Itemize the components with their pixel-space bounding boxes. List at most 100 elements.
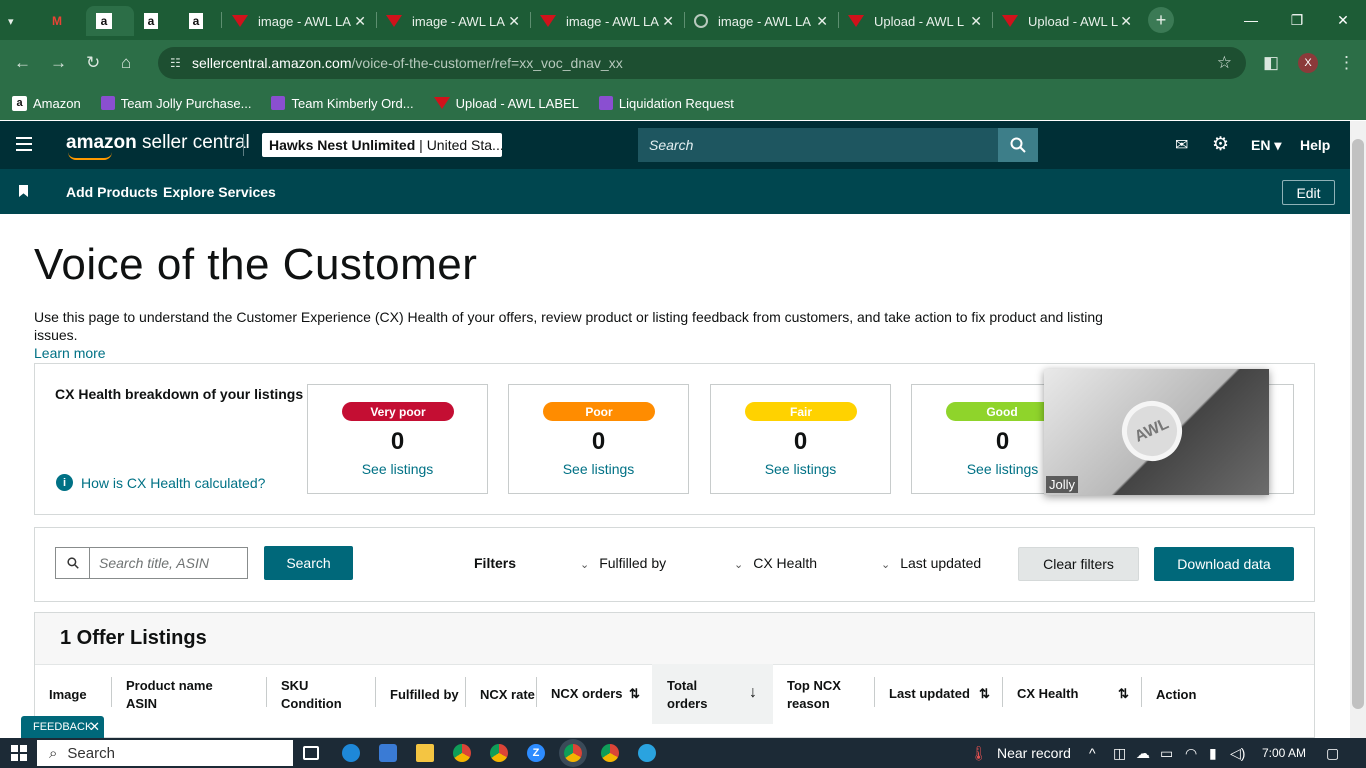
status-badge: Poor [543, 402, 655, 421]
bookmark-upload-awl[interactable]: Upload - AWL LABEL [433, 96, 579, 111]
store-icon[interactable] [379, 744, 397, 762]
sort-icon[interactable]: ⇅ [979, 685, 990, 703]
tab-image-awl[interactable]: image - AWL LA ✕ [232, 6, 372, 36]
cx-health-dropdown[interactable]: ⌄ CX Health [734, 555, 817, 571]
col-product-name[interactable]: Product name ASIN [126, 677, 213, 713]
close-tab-icon[interactable]: ✕ [354, 13, 366, 30]
col-total-orders[interactable]: Total orders [667, 677, 707, 713]
listing-search-input[interactable]: Search title, ASIN [89, 547, 248, 579]
home-icon[interactable]: ⌂ [121, 53, 131, 73]
tab-amazon[interactable]: a [189, 6, 213, 36]
header-search-input[interactable]: Search [638, 128, 998, 162]
reload-icon[interactable]: ↻ [86, 53, 100, 73]
edit-button[interactable]: Edit [1282, 180, 1335, 205]
back-icon[interactable]: ← [14, 53, 31, 73]
tab-upload-awl[interactable]: Upload - AWL L ✕ [1002, 6, 1138, 36]
bookmark-team-jolly[interactable]: Team Jolly Purchase... [100, 96, 251, 111]
chrome-icon[interactable] [453, 744, 471, 762]
hamburger-menu-icon[interactable] [16, 137, 32, 151]
bookmark-team-kimberly[interactable]: Team Kimberly Ord... [271, 96, 414, 111]
language-selector[interactable]: EN ▾ [1251, 137, 1281, 154]
col-last-updated[interactable]: Last updated ⇅ [889, 685, 990, 703]
windows-start-icon[interactable] [11, 745, 27, 761]
bookmark-star-icon[interactable]: ☆ [1217, 53, 1232, 73]
see-listings-link[interactable]: See listings [509, 461, 688, 477]
how-cx-health-link[interactable]: i How is CX Health calculated? [56, 474, 265, 491]
store-selector[interactable]: Hawks Nest Unlimited | United Sta... [262, 133, 502, 157]
edge-icon[interactable] [342, 744, 360, 762]
telegram-icon[interactable] [638, 744, 656, 762]
minimize-icon[interactable]: — [1228, 0, 1274, 40]
profile-avatar[interactable]: X [1298, 53, 1318, 73]
col-sku[interactable]: SKU Condition [281, 677, 342, 713]
bookmark-amazon[interactable]: a Amazon [12, 95, 81, 111]
forward-icon[interactable]: → [50, 53, 67, 73]
tab-amazon[interactable]: a [144, 6, 168, 36]
browser-menu-icon[interactable]: ⋮ [1338, 53, 1355, 73]
volume-icon[interactable]: ◁) [1230, 745, 1245, 762]
tab-image-awl[interactable]: image - AWL LA ✕ [386, 6, 526, 36]
help-link[interactable]: Help [1300, 137, 1330, 153]
see-listings-link[interactable]: See listings [711, 461, 890, 477]
search-button[interactable]: Search [264, 546, 353, 580]
tray-app-icon[interactable]: ◫ [1113, 745, 1126, 762]
close-tab-icon[interactable]: ✕ [508, 13, 520, 30]
header-search-button[interactable] [998, 128, 1038, 162]
close-icon[interactable]: ✕ [89, 719, 100, 735]
zoom-icon[interactable]: Z [527, 744, 545, 762]
url-field[interactable]: ☷ sellercentral.amazon.com/voice-of-the-… [158, 47, 1246, 79]
gear-icon[interactable]: ⚙ [1212, 133, 1229, 156]
tray-chevron-icon[interactable]: ^ [1089, 745, 1096, 761]
restore-icon[interactable]: ❐ [1274, 0, 1320, 40]
chrome-icon[interactable] [564, 744, 582, 762]
close-tab-icon[interactable]: ✕ [662, 13, 674, 30]
learn-more-link[interactable]: Learn more [34, 345, 106, 361]
close-tab-icon[interactable]: ✕ [816, 13, 828, 30]
clear-filters-button[interactable]: Clear filters [1018, 547, 1139, 581]
tab-image-awl[interactable]: image - AWL LA ✕ [694, 6, 834, 36]
window-close-icon[interactable]: ✕ [1320, 0, 1366, 40]
fulfilled-by-dropdown[interactable]: ⌄ Fulfilled by [580, 555, 666, 571]
col-cx-health[interactable]: CX Health ⇅ [1017, 685, 1129, 703]
notifications-icon[interactable]: ▢ [1326, 745, 1339, 762]
site-info-icon[interactable]: ☷ [170, 56, 181, 70]
network-icon[interactable]: ▭ [1160, 745, 1173, 762]
download-data-button[interactable]: Download data [1154, 547, 1294, 581]
chrome-icon[interactable] [601, 744, 619, 762]
feedback-button[interactable]: FEEDBACK ✕ [21, 716, 104, 738]
chrome-icon[interactable] [490, 744, 508, 762]
see-listings-link[interactable]: See listings [308, 461, 487, 477]
sidepanel-icon[interactable]: ◧ [1263, 53, 1279, 73]
seller-central-logo[interactable]: amazon seller central [66, 132, 250, 154]
col-ncx-orders[interactable]: NCX orders ⇅ [551, 685, 640, 703]
col-ncx-rate[interactable]: NCX rate [480, 686, 535, 704]
mail-icon[interactable]: ✉ [1175, 135, 1188, 155]
last-updated-dropdown[interactable]: ⌄ Last updated [881, 555, 981, 571]
video-popup-thumbnail[interactable]: AWL Jolly [1044, 369, 1269, 495]
sort-icon[interactable]: ⇅ [629, 685, 640, 703]
explore-services-link[interactable]: Explore Services [163, 184, 276, 200]
close-tab-icon[interactable]: ✕ [970, 13, 982, 30]
close-tab-icon[interactable]: ✕ [1120, 13, 1132, 30]
file-explorer-icon[interactable] [416, 744, 434, 762]
tab-upload-awl[interactable]: Upload - AWL L ✕ [848, 6, 988, 36]
bookmark-liquidation[interactable]: Liquidation Request [598, 96, 734, 111]
microphone-icon[interactable]: ▮ [1209, 745, 1217, 762]
tab-amazon-active[interactable]: a [86, 6, 134, 36]
tab-gmail[interactable]: M [50, 6, 74, 36]
taskbar-search[interactable]: ⌕ Search [37, 740, 293, 766]
col-fulfilled-by[interactable]: Fulfilled by [390, 686, 459, 704]
clock[interactable]: 7:00 AM [1262, 746, 1306, 760]
sort-icon[interactable]: ⇅ [1118, 685, 1129, 703]
cloud-icon[interactable]: ☁ [1136, 745, 1150, 762]
tab-image-awl[interactable]: image - AWL LA ✕ [540, 6, 680, 36]
tab-search-button[interactable]: ▾ [8, 6, 32, 36]
page-scrollbar[interactable] [1350, 121, 1366, 738]
wifi-icon[interactable]: ◠ [1185, 745, 1197, 762]
weather-text[interactable]: Near record [997, 745, 1071, 761]
task-view-icon[interactable] [303, 746, 319, 760]
new-tab-button[interactable]: + [1148, 7, 1174, 33]
add-products-link[interactable]: Add Products [66, 184, 158, 200]
col-top-ncx-reason[interactable]: Top NCX reason [787, 677, 841, 713]
sort-desc-icon[interactable]: ↓ [749, 684, 757, 702]
